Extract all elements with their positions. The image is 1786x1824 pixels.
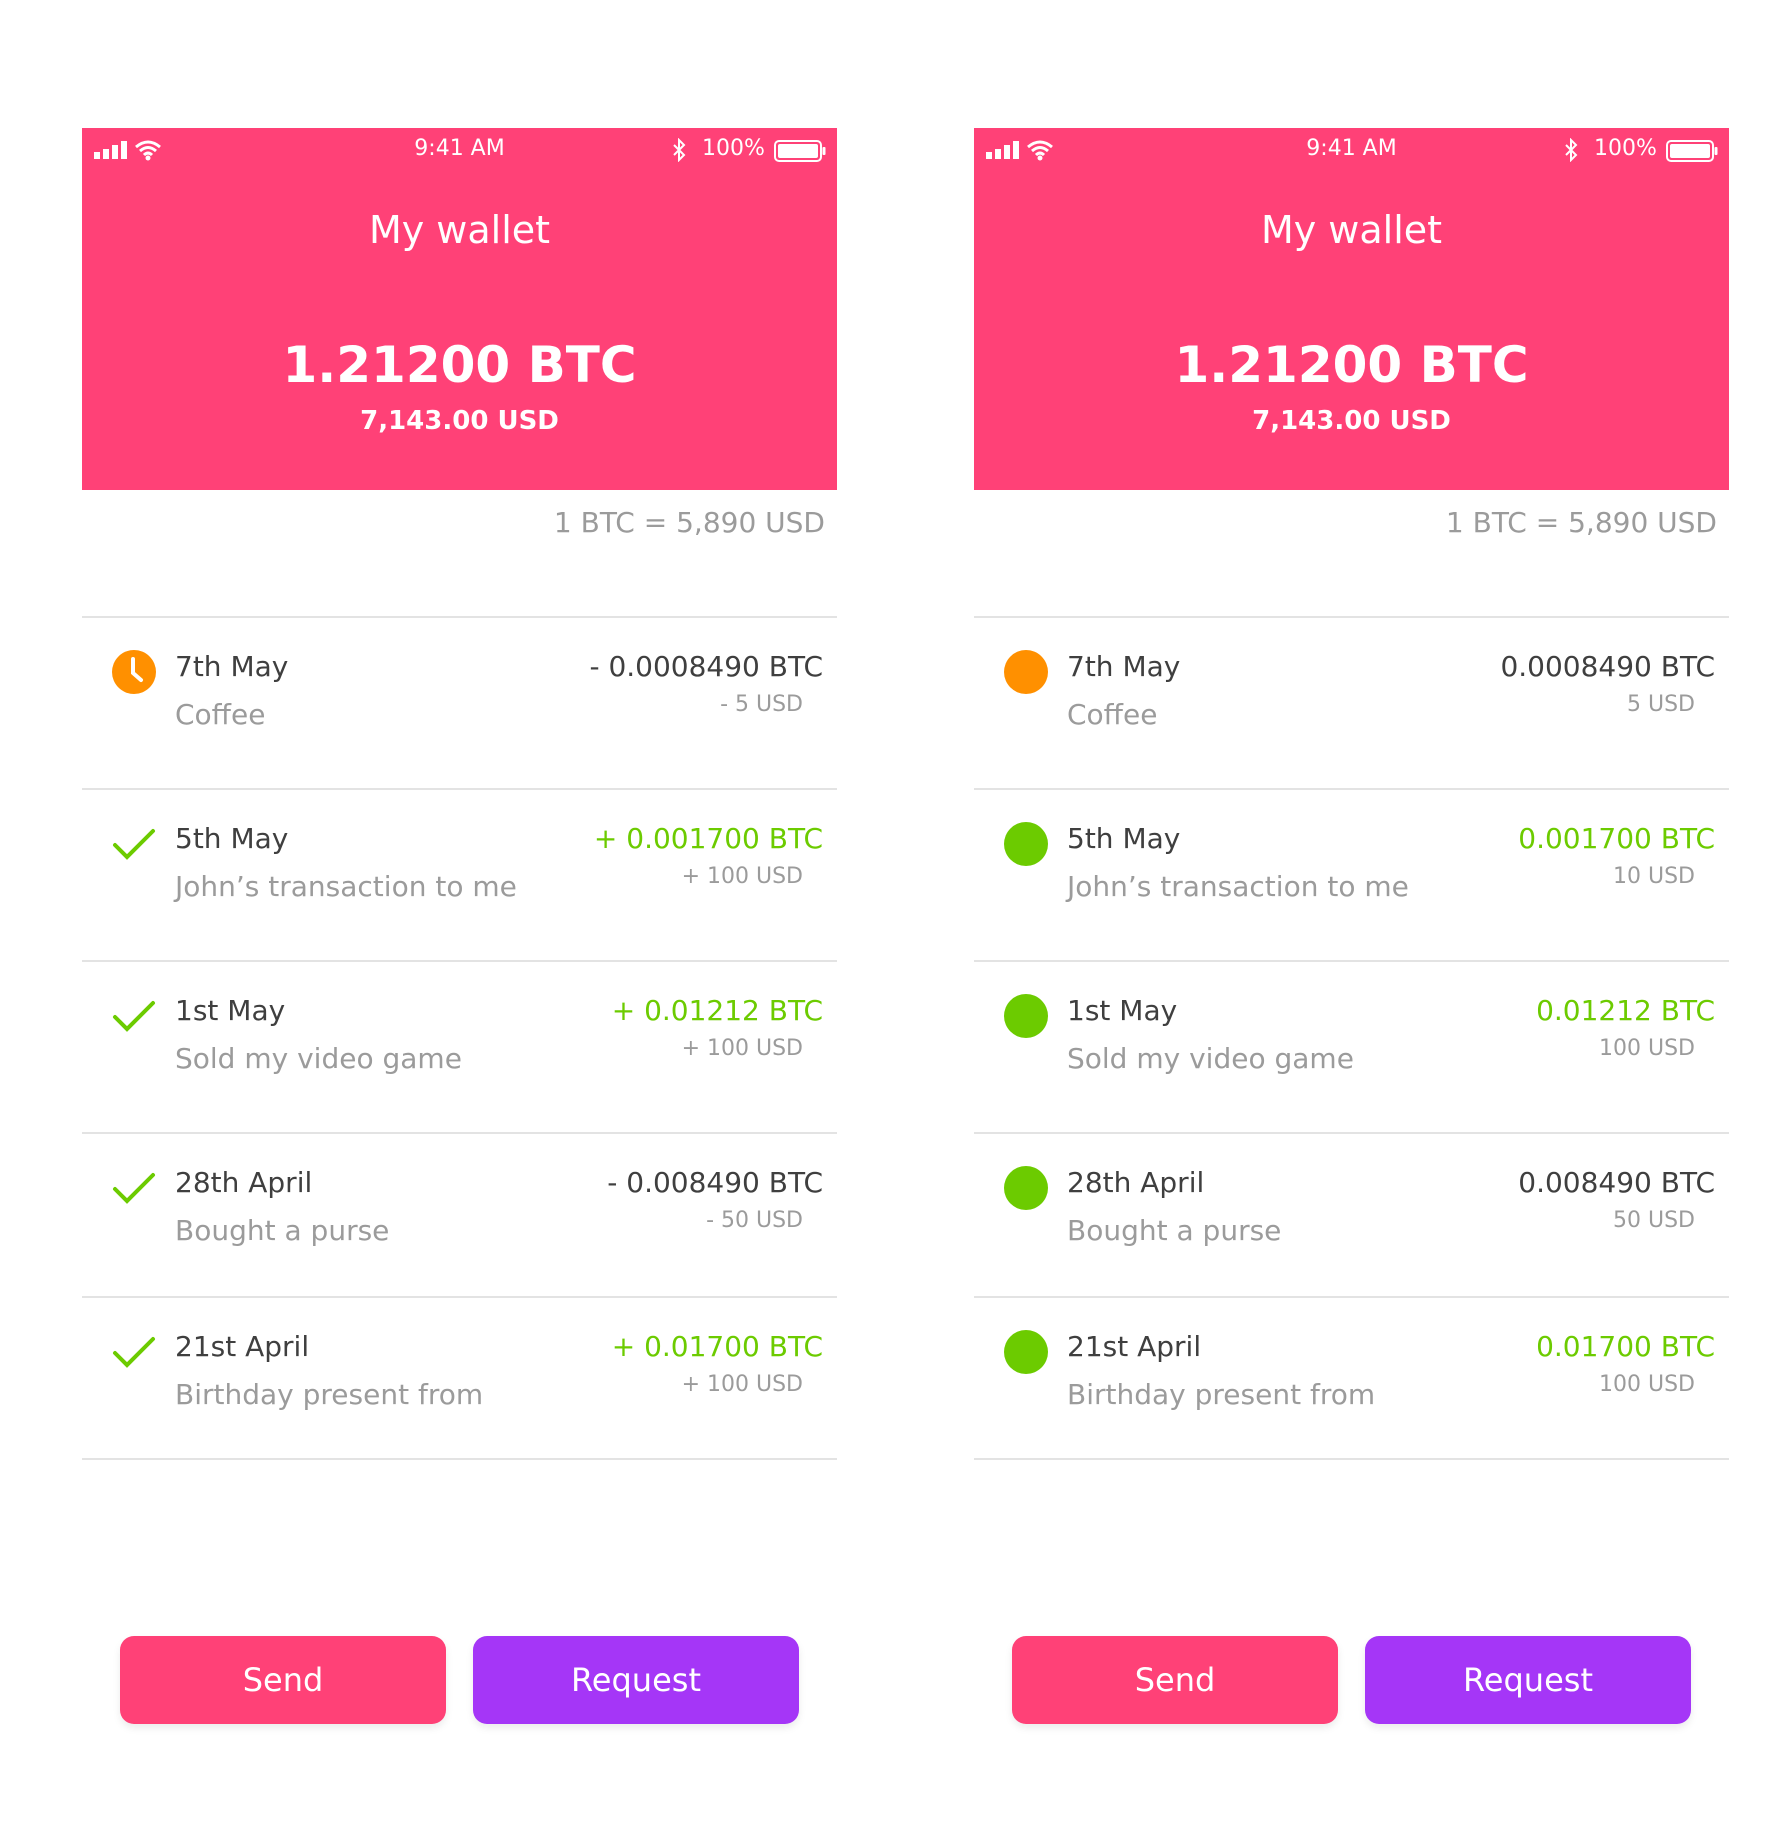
- wallet-screen-a: 9:41 AM 100% My wallet 1.21200 BTC 7,143…: [82, 128, 837, 1728]
- check-icon: [113, 1337, 155, 1368]
- divider: [974, 1458, 1729, 1460]
- transaction-date: 7th May: [1067, 650, 1181, 683]
- transaction-description: Bought a purse: [1067, 1214, 1282, 1247]
- transaction-btc-amount: + 0.01212 BTC: [611, 994, 823, 1027]
- transaction-usd-amount: 5 USD: [1627, 692, 1695, 717]
- transaction-btc-amount: + 0.01700 BTC: [611, 1330, 823, 1363]
- status-dot-icon: [1004, 650, 1048, 694]
- transaction-description: Birthday present from: [175, 1378, 484, 1411]
- status-dot-icon: [1004, 1166, 1048, 1210]
- transaction-row[interactable]: 5th May John’s transaction to me + 0.001…: [82, 790, 837, 960]
- request-button[interactable]: Request: [473, 1636, 799, 1724]
- transaction-btc-amount: 0.01700 BTC: [1536, 1330, 1715, 1363]
- transaction-btc-amount: 0.008490 BTC: [1518, 1166, 1715, 1199]
- check-icon: [113, 829, 155, 860]
- send-button[interactable]: Send: [120, 1636, 446, 1724]
- transaction-date: 7th May: [175, 650, 289, 683]
- transaction-btc-amount: 0.0008490 BTC: [1500, 650, 1715, 683]
- transaction-btc-amount: - 0.008490 BTC: [607, 1166, 823, 1199]
- transaction-date: 1st May: [1067, 994, 1178, 1027]
- status-dot-icon: [1004, 1330, 1048, 1374]
- wallet-header: 9:41 AM 100% My wallet 1.21200 BTC 7,143…: [974, 128, 1729, 490]
- battery-icon: [1666, 140, 1718, 162]
- status-dot-icon: [1004, 994, 1048, 1038]
- page-title: My wallet: [368, 208, 551, 252]
- status-dot-icon: [1004, 822, 1048, 866]
- transaction-usd-amount: - 5 USD: [720, 692, 803, 717]
- usd-balance: 7,143.00 USD: [360, 406, 559, 436]
- transaction-date: 28th April: [175, 1166, 313, 1199]
- transaction-usd-amount: + 100 USD: [681, 1372, 803, 1397]
- transaction-row[interactable]: 7th May Coffee 0.0008490 BTC 5 USD: [974, 618, 1729, 788]
- transaction-description: Sold my video game: [1067, 1042, 1354, 1075]
- transaction-usd-amount: 50 USD: [1613, 1208, 1695, 1233]
- transaction-row[interactable]: 21st April Birthday present from 0.01700…: [974, 1298, 1729, 1468]
- transaction-description: Bought a purse: [175, 1214, 390, 1247]
- send-button[interactable]: Send: [1012, 1636, 1338, 1724]
- status-bar: 9:41 AM 100%: [82, 128, 837, 172]
- exchange-rate: 1 BTC = 5,890 USD: [553, 506, 825, 539]
- transaction-btc-amount: 0.001700 BTC: [1518, 822, 1715, 855]
- transaction-date: 21st April: [175, 1330, 310, 1363]
- transaction-row[interactable]: 1st May Sold my video game 0.01212 BTC 1…: [974, 962, 1729, 1132]
- transaction-row[interactable]: 28th April Bought a purse 0.008490 BTC 5…: [974, 1134, 1729, 1304]
- transaction-description: Coffee: [175, 698, 266, 731]
- wallet-header: 9:41 AM 100% My wallet 1.21200 BTC 7,143…: [82, 128, 837, 490]
- transaction-btc-amount: 0.01212 BTC: [1536, 994, 1715, 1027]
- check-icon: [113, 1001, 155, 1032]
- transaction-date: 1st May: [175, 994, 286, 1027]
- transaction-row[interactable]: 21st April Birthday present from + 0.017…: [82, 1298, 837, 1468]
- transaction-description: Birthday present from: [1067, 1378, 1376, 1411]
- transaction-row[interactable]: 1st May Sold my video game + 0.01212 BTC…: [82, 962, 837, 1132]
- transaction-usd-amount: 10 USD: [1613, 864, 1695, 889]
- btc-balance: 1.21200 BTC: [282, 336, 637, 394]
- transaction-usd-amount: + 100 USD: [681, 1036, 803, 1061]
- clock-icon: [112, 650, 156, 694]
- bluetooth-icon: [673, 138, 686, 162]
- transaction-date: 21st April: [1067, 1330, 1202, 1363]
- transaction-btc-amount: - 0.0008490 BTC: [589, 650, 823, 683]
- divider: [82, 1458, 837, 1460]
- transaction-btc-amount: + 0.001700 BTC: [593, 822, 823, 855]
- battery-percent: 100%: [702, 136, 765, 161]
- transaction-description: Coffee: [1067, 698, 1158, 731]
- transaction-date: 5th May: [1067, 822, 1181, 855]
- wallet-screen-b: 9:41 AM 100% My wallet 1.21200 BTC 7,143…: [974, 128, 1729, 1728]
- transaction-description: Sold my video game: [175, 1042, 462, 1075]
- transaction-description: John’s transaction to me: [175, 870, 517, 903]
- exchange-rate: 1 BTC = 5,890 USD: [1445, 506, 1717, 539]
- transaction-row[interactable]: 28th April Bought a purse - 0.008490 BTC…: [82, 1134, 837, 1304]
- check-icon: [113, 1173, 155, 1204]
- usd-balance: 7,143.00 USD: [1252, 406, 1451, 436]
- transaction-description: John’s transaction to me: [1067, 870, 1409, 903]
- transaction-date: 5th May: [175, 822, 289, 855]
- battery-icon: [774, 140, 826, 162]
- status-bar: 9:41 AM 100%: [974, 128, 1729, 172]
- transaction-date: 28th April: [1067, 1166, 1205, 1199]
- page-title: My wallet: [1260, 208, 1443, 252]
- transaction-row[interactable]: 5th May John’s transaction to me 0.00170…: [974, 790, 1729, 960]
- transaction-row[interactable]: 7th May Coffee - 0.0008490 BTC - 5 USD: [82, 618, 837, 788]
- request-button[interactable]: Request: [1365, 1636, 1691, 1724]
- transaction-usd-amount: + 100 USD: [681, 864, 803, 889]
- transaction-usd-amount: - 50 USD: [706, 1208, 803, 1233]
- transaction-usd-amount: 100 USD: [1599, 1372, 1695, 1397]
- battery-percent: 100%: [1594, 136, 1657, 161]
- transaction-usd-amount: 100 USD: [1599, 1036, 1695, 1061]
- bluetooth-icon: [1565, 138, 1578, 162]
- btc-balance: 1.21200 BTC: [1174, 336, 1529, 394]
